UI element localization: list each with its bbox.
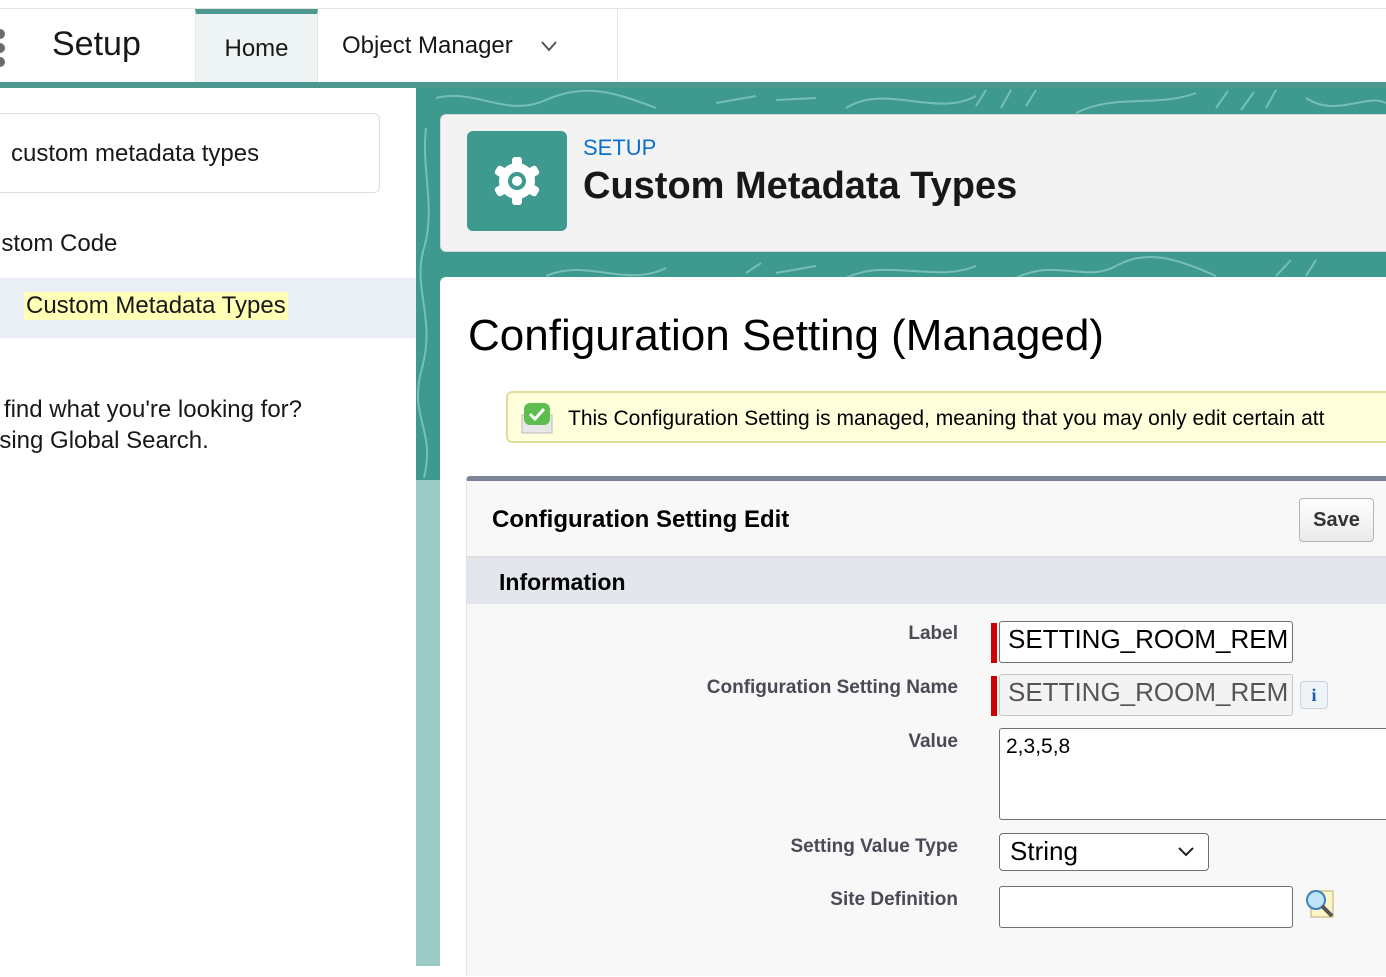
app-launcher-icon[interactable] [0,29,7,69]
main-content: Configuration Setting (Managed) This Con… [440,277,1386,977]
global-header: Setup Home Object Manager [0,8,1386,83]
field-label-configuration-setting-name: Configuration Setting Name [706,677,958,698]
lookup-icon[interactable] [1303,887,1337,921]
managed-info-message: This Configuration Setting is managed, m… [506,391,1386,443]
nav-group-custom-code[interactable]: ustom Code [0,230,117,258]
configuration-setting-name-input[interactable]: SETTING_ROOM_REM [999,674,1293,716]
page-title: Custom Metadata Types [583,165,1018,207]
chevron-down-icon [1178,847,1194,857]
page-header: SETUP Custom Metadata Types [440,114,1386,252]
setting-value-type-selected: String [1010,836,1078,866]
section-title: Information [499,569,626,595]
app-title: Setup [52,25,141,63]
page-eyebrow: SETUP [583,135,657,160]
gear-icon [494,157,540,205]
setup-sidebar: custom metadata types ustom Code Custom … [0,88,416,966]
info-icon[interactable]: i [1300,681,1328,709]
field-label-value: Value [908,731,958,752]
field-label-setting-value-type: Setting Value Type [790,836,958,857]
sidebar-scroll-shadow [416,480,440,966]
help-line-1: 't find what you're looking for? [0,396,303,423]
managed-info-text: This Configuration Setting is managed, m… [568,407,1325,430]
tab-home-label: Home [224,34,289,62]
sidebar-item-custom-metadata-types[interactable]: Custom Metadata Types [0,278,416,338]
help-line-2: using Global Search. [0,427,209,454]
edit-page-block: Configuration Setting Edit Save Informat… [466,476,1386,976]
sidebar-item-label: Custom Metadata Types [24,292,288,320]
setup-icon-tile [467,131,567,231]
record-heading: Configuration Setting (Managed) [468,311,1104,360]
help-text: 't find what you're looking for? using G… [0,394,302,456]
tab-object-manager[interactable]: Object Manager [318,9,618,83]
chevron-down-icon[interactable] [541,38,557,54]
label-input[interactable]: SETTING_ROOM_REM [999,621,1293,663]
tab-home[interactable]: Home [195,9,318,83]
setting-value-type-select[interactable]: String [999,833,1209,871]
field-label-site-definition: Site Definition [830,889,958,910]
required-indicator [991,623,997,663]
site-definition-input[interactable] [999,886,1293,928]
field-label-label: Label [908,623,958,644]
value-textarea[interactable]: 2,3,5,8 [999,728,1386,820]
checkmark-icon [521,403,553,434]
section-header-information: Information [467,556,1386,604]
tab-object-manager-label: Object Manager [342,32,513,59]
save-button[interactable]: Save [1299,498,1374,542]
quick-find-input[interactable]: custom metadata types [0,113,380,193]
required-indicator [991,676,997,716]
edit-block-title: Configuration Setting Edit [492,506,790,533]
